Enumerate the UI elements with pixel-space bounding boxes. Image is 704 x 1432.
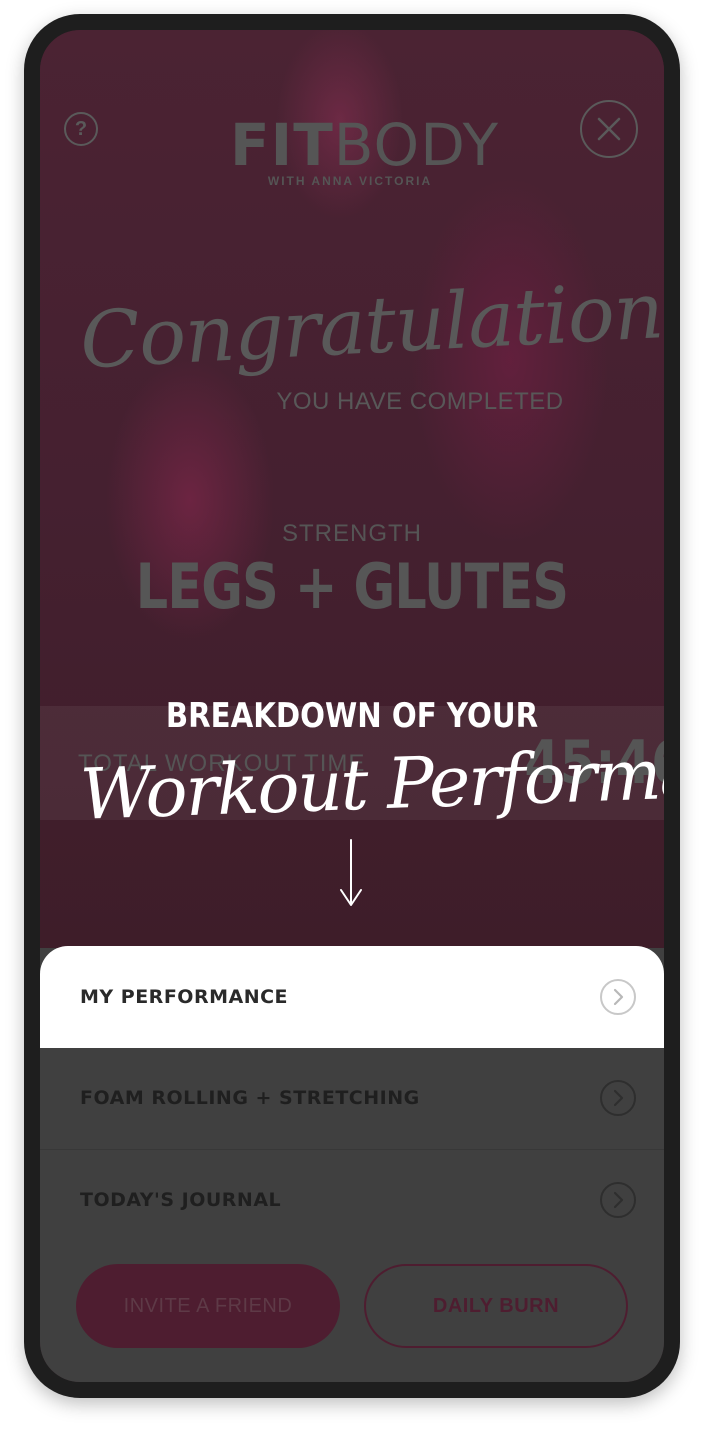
workout-title: LEGS + GLUTES — [135, 550, 569, 623]
breakdown-heading: BREAKDOWN OF YOUR — [165, 696, 539, 736]
menu-item-foam-rolling[interactable]: FOAM ROLLING + STRETCHING — [40, 1048, 664, 1148]
screen: ? FITBODY WITH ANNA VICTORIA Congratulat… — [40, 30, 664, 1382]
completed-text: YOU HAVE COMPLETED — [276, 388, 564, 415]
arrow-down-icon — [340, 839, 362, 906]
menu-item-label: TODAY'S JOURNAL — [80, 1188, 282, 1211]
menu-item-todays-journal[interactable]: TODAY'S JOURNAL — [40, 1149, 664, 1249]
chevron-right-circle-icon — [600, 1080, 636, 1116]
menu-item-label: MY PERFORMANCE — [80, 986, 289, 1008]
logo-text-light: BODY — [333, 111, 500, 179]
help-button[interactable]: ? — [64, 112, 98, 146]
workout-category: STRENGTH — [282, 520, 422, 547]
fitbody-logo: FITBODY WITH ANNA VICTORIA — [230, 111, 498, 188]
menu-item-label: FOAM ROLLING + STRETCHING — [80, 1087, 420, 1109]
invite-friend-button[interactable]: INVITE A FRIEND — [76, 1264, 340, 1348]
menu-sheet: MY PERFORMANCE FOAM ROLLING + STRETCHING… — [40, 946, 664, 1382]
chevron-right-circle-icon — [600, 979, 636, 1015]
phone-frame: ? FITBODY WITH ANNA VICTORIA Congratulat… — [24, 14, 680, 1398]
daily-burn-button[interactable]: DAILY BURN — [364, 1264, 628, 1348]
close-icon — [597, 117, 621, 141]
close-button[interactable] — [580, 100, 638, 158]
question-circle-icon: ? — [74, 117, 88, 140]
menu-item-my-performance[interactable]: MY PERFORMANCE — [40, 946, 664, 1048]
chevron-right-circle-icon — [600, 1181, 636, 1218]
logo-text-bold: FIT — [230, 111, 334, 179]
